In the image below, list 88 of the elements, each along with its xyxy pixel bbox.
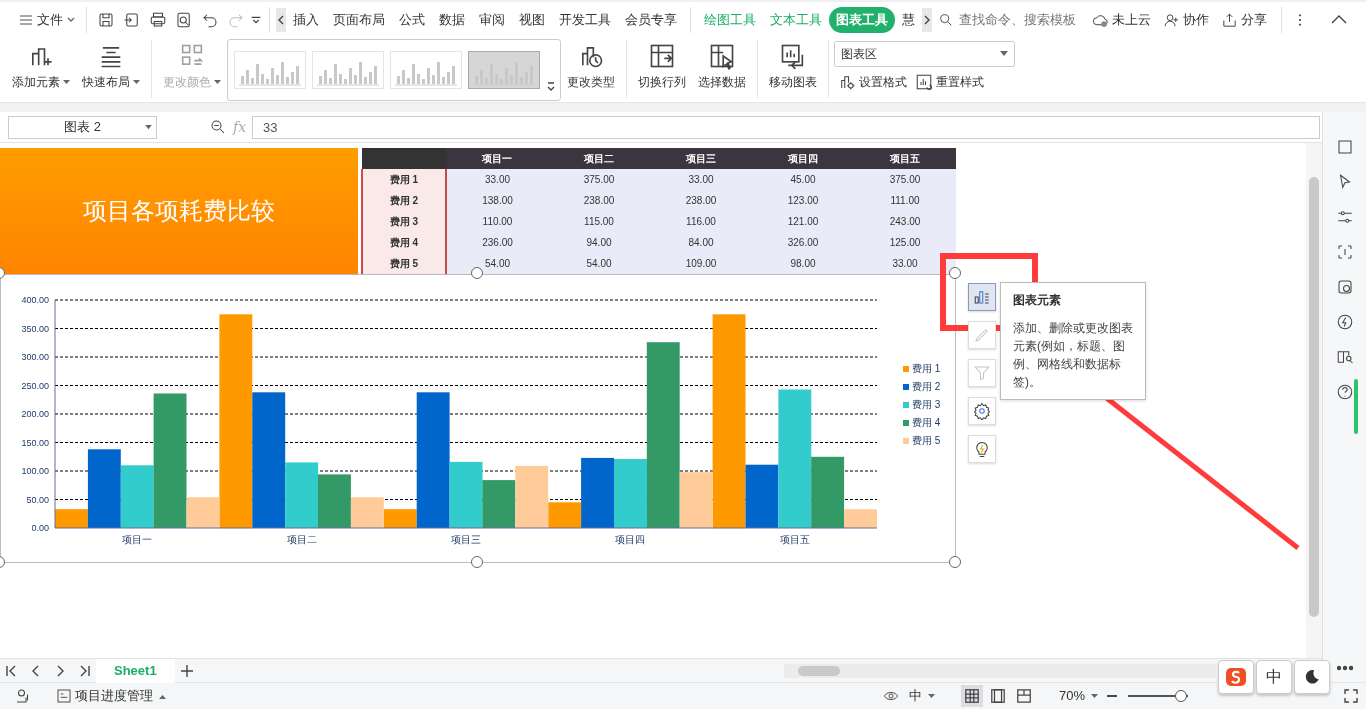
axis-tick-label: 350.00 xyxy=(21,323,49,334)
ribbon-tab[interactable]: 视图 xyxy=(512,7,552,33)
row-header: 费用 5 xyxy=(362,253,446,274)
axis-tick-label: 0.00 xyxy=(31,523,49,533)
table-cell: 33.00 xyxy=(446,169,548,190)
table-cell: 238.00 xyxy=(548,190,650,211)
axis-category-label: 项目三 xyxy=(451,534,481,545)
ribbon-button[interactable]: 更改类型 xyxy=(561,40,621,93)
ribbon-tab[interactable]: 会员专享 xyxy=(618,7,684,33)
table-cell: 125.00 xyxy=(854,232,956,253)
table-cell: 375.00 xyxy=(854,169,956,190)
toolbar-action-button[interactable]: 协作 xyxy=(1159,8,1213,32)
table-cell: 375.00 xyxy=(548,169,650,190)
legend-label: 费用 2 xyxy=(912,381,941,392)
table-cell: 243.00 xyxy=(854,211,956,232)
ribbon-button[interactable]: 切换行列 xyxy=(632,40,692,93)
format-button[interactable]: 重置样式 xyxy=(911,71,988,93)
toolbar-action-button[interactable]: 分享 xyxy=(1217,8,1271,32)
axis-category-label: 项目四 xyxy=(615,534,646,545)
zoom-level-button[interactable]: 70% xyxy=(1054,684,1102,708)
table-cell: 111.00 xyxy=(854,190,956,211)
element-select[interactable]: 图表区 xyxy=(834,41,1015,67)
file-menu[interactable]: 文件 xyxy=(14,8,80,32)
format-button[interactable]: 设置格式 xyxy=(834,71,911,93)
document-button[interactable]: 项目进度管理 xyxy=(52,684,170,708)
ribbon-tab[interactable]: 页面布局 xyxy=(326,7,392,33)
row-header: 费用 2 xyxy=(362,190,446,211)
legend-label: 费用 5 xyxy=(912,435,941,446)
row-header: 费用 3 xyxy=(362,211,446,232)
tooltip-text: 添加、删除或更改图表元素(例如，标题、图例、网格线和数据标签)。 xyxy=(1013,320,1133,391)
legend-label: 费用 1 xyxy=(912,363,941,374)
table-cell: 33.00 xyxy=(650,169,752,190)
table-cell: 98.00 xyxy=(752,253,854,274)
table-cell: 121.00 xyxy=(752,211,854,232)
column-header: 项目一 xyxy=(446,148,548,169)
ribbon-button[interactable]: 移动图表 xyxy=(763,40,823,93)
formula-field[interactable]: 33 xyxy=(252,115,1320,139)
column-header: 项目二 xyxy=(548,148,650,169)
table-cell: 110.00 xyxy=(446,211,548,232)
axis-tick-label: 200.00 xyxy=(21,409,49,419)
table-cell: 45.00 xyxy=(752,169,854,190)
table-cell: 109.00 xyxy=(650,253,752,274)
table-cell: 54.00 xyxy=(446,253,548,274)
table-cell: 238.00 xyxy=(650,190,752,211)
ribbon-tab[interactable]: 数据 xyxy=(432,7,472,33)
column-header: 项目三 xyxy=(650,148,752,169)
toolbar-action-button[interactable]: 未上云 xyxy=(1088,8,1155,32)
table-cell: 326.00 xyxy=(752,232,854,253)
table-cell: 123.00 xyxy=(752,190,854,211)
ribbon-tab[interactable]: 开发工具 xyxy=(552,7,618,33)
table-cell: 116.00 xyxy=(650,211,752,232)
table-cell: 84.00 xyxy=(650,232,752,253)
tooltip-title: 图表元素 xyxy=(1013,292,1062,309)
table-cell: 94.00 xyxy=(548,232,650,253)
axis-tick-label: 150.00 xyxy=(21,437,49,448)
table-cell: 33.00 xyxy=(854,253,956,274)
ribbon-button[interactable]: 添加元素 xyxy=(6,40,76,93)
row-header: 费用 1 xyxy=(362,169,446,190)
ribbon-button[interactable]: 快速布局 xyxy=(76,40,146,93)
axis-tick-label: 250.00 xyxy=(21,380,49,391)
input-mode-button[interactable]: 中 xyxy=(904,684,939,708)
ime-mode-button[interactable]: 中 xyxy=(1256,660,1292,694)
column-header: 项目五 xyxy=(854,148,956,169)
axis-tick-label: 300.00 xyxy=(21,352,49,362)
axis-tick-label: 100.00 xyxy=(21,466,49,476)
row-header: 费用 4 xyxy=(362,232,446,253)
table-cell: 236.00 xyxy=(446,232,548,253)
chart-area[interactable]: 0.00 50.00 100.00 150.00 200.00 250.00 300.00 350.00 400.00 项目一 项目二 项目三 项目四 项目五 费用 1 费用 2 费用 3 费用 4 费用 5 xyxy=(0,274,956,563)
name-box[interactable]: 图表 2 xyxy=(8,115,157,139)
axis-category-label: 项目二 xyxy=(286,534,317,545)
ribbon-button[interactable]: 选择数据 xyxy=(692,40,752,93)
column-header: 项目四 xyxy=(752,148,854,169)
search-field[interactable]: 查找命令、搜索模板 xyxy=(957,9,1089,31)
ribbon-tab[interactable]: 审阅 xyxy=(472,7,512,33)
ribbon-tab[interactable]: 慧 xyxy=(895,7,922,33)
axis-category-label: 项目五 xyxy=(779,534,810,545)
element-select-value: 图表区 xyxy=(841,46,877,63)
ribbon-tab[interactable]: 公式 xyxy=(392,7,432,33)
legend-label: 费用 4 xyxy=(912,417,941,428)
legend-label: 费用 3 xyxy=(912,399,941,410)
table-cell: 138.00 xyxy=(446,190,548,211)
ribbon-tab[interactable]: 插入 xyxy=(286,7,326,33)
table-cell: 54.00 xyxy=(548,253,650,274)
axis-tick-label: 400.00 xyxy=(21,295,49,305)
axis-category-label: 项目一 xyxy=(122,534,153,545)
table-cell: 115.00 xyxy=(548,211,650,232)
axis-tick-label: 50.00 xyxy=(26,494,49,505)
title-cell: 项目各项耗费比较 xyxy=(0,148,358,274)
